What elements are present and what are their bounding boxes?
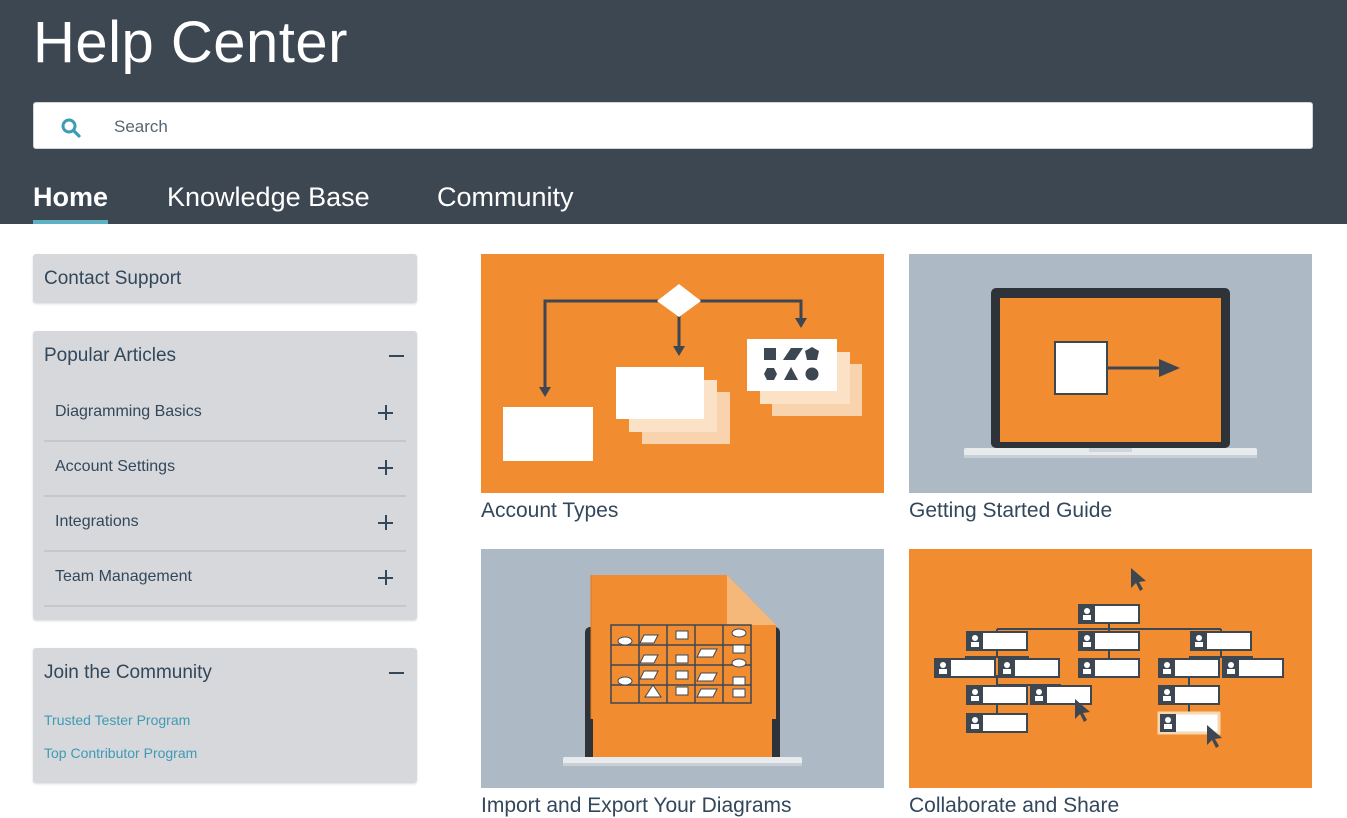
popular-articles-title: Popular Articles [44, 345, 177, 366]
flowchart-illustration [481, 254, 884, 493]
community-panel-title: Join the Community [44, 662, 212, 683]
card-account-types[interactable]: Account Types [481, 254, 884, 522]
expand-icon [378, 460, 394, 476]
org-chart-illustration [909, 549, 1312, 788]
collapse-icon[interactable] [389, 665, 405, 681]
article-item-label: Team Management [55, 568, 192, 585]
community-panel: Join the Community Trusted Tester Progra… [33, 648, 417, 783]
popular-articles-panel: Popular Articles Diagramming Basics Acco… [33, 331, 417, 620]
collapse-icon[interactable] [389, 348, 405, 364]
expand-icon [378, 570, 394, 586]
trusted-tester-link[interactable]: Trusted Tester Program [44, 712, 190, 728]
card-import-export[interactable]: Import and Export Your Diagrams [481, 549, 884, 817]
article-item-account-settings[interactable]: Account Settings [44, 442, 406, 497]
search-icon [61, 118, 81, 138]
top-contributor-link[interactable]: Top Contributor Program [44, 745, 197, 761]
expand-icon [378, 515, 394, 531]
article-item-diagramming-basics[interactable]: Diagramming Basics [44, 387, 406, 442]
card-title: Getting Started Guide [909, 499, 1113, 522]
site-title: Help Center [33, 10, 348, 75]
contact-support-label: Contact Support [44, 268, 182, 289]
document-laptop-illustration [481, 549, 884, 788]
tab-home[interactable]: Home [33, 178, 109, 224]
article-item-label: Diagramming Basics [55, 403, 202, 420]
article-item-label: Account Settings [55, 458, 176, 475]
card-title: Account Types [481, 499, 619, 522]
laptop-illustration [909, 254, 1312, 493]
card-collaborate-share[interactable]: Collaborate and Share [909, 549, 1312, 817]
card-getting-started-guide[interactable]: Getting Started Guide [909, 254, 1312, 522]
contact-support-button[interactable]: Contact Support [33, 254, 417, 303]
search-input[interactable] [112, 103, 1296, 150]
tab-community[interactable]: Community [437, 178, 574, 224]
card-title: Import and Export Your Diagrams [481, 794, 792, 817]
site-header: Help Center Home Knowledge Base Communit… [0, 0, 1347, 224]
expand-icon [378, 405, 394, 421]
article-item-team-management[interactable]: Team Management [44, 552, 406, 607]
article-item-integrations[interactable]: Integrations [44, 497, 406, 552]
search-box[interactable] [33, 102, 1313, 150]
tab-knowledge-base[interactable]: Knowledge Base [167, 178, 370, 224]
article-item-label: Integrations [55, 513, 139, 530]
card-title: Collaborate and Share [909, 794, 1120, 817]
